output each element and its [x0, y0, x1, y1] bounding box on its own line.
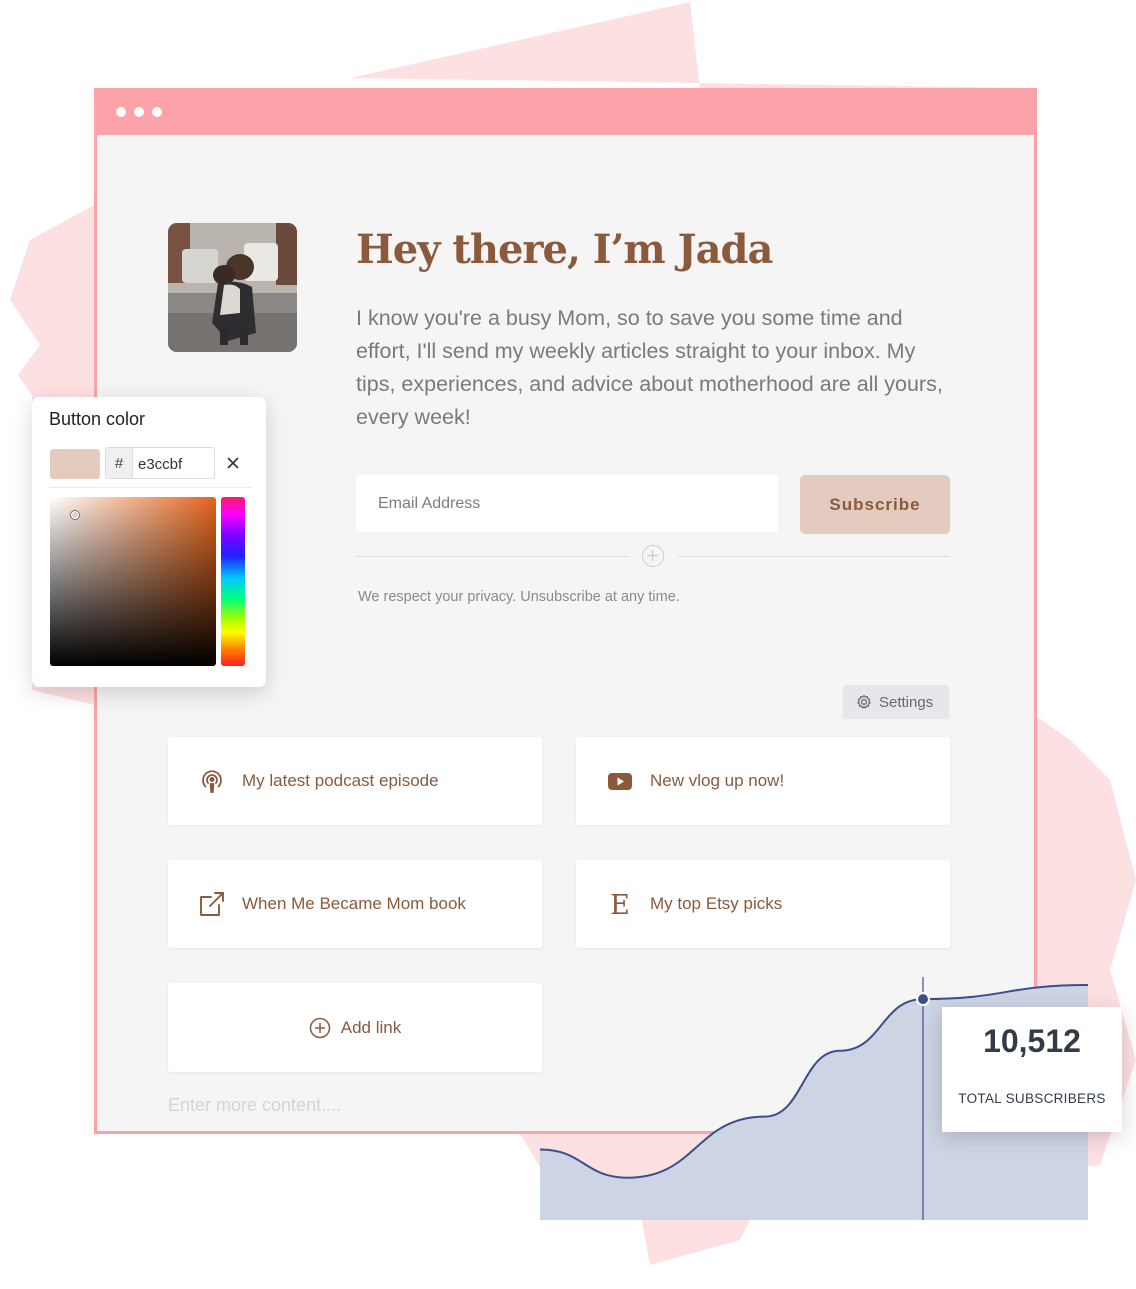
color-picker-popover: Button color #	[32, 397, 266, 687]
chart-marker-point[interactable]	[916, 992, 930, 1007]
window-dot	[134, 107, 144, 117]
divider	[49, 487, 252, 488]
email-input[interactable]	[356, 475, 778, 532]
saturation-value-area[interactable]	[50, 497, 216, 666]
link-card-podcast[interactable]: My latest podcast episode	[168, 737, 542, 825]
divider	[678, 556, 950, 557]
hue-slider[interactable]	[221, 497, 245, 666]
add-link-button[interactable]: Add link	[168, 983, 542, 1072]
hex-input-group: #	[105, 447, 215, 479]
divider	[356, 556, 629, 557]
hex-input[interactable]	[136, 448, 214, 478]
intro-text: I know you're a busy Mom, so to save you…	[356, 306, 943, 429]
settings-button[interactable]: Settings	[843, 685, 949, 719]
svg-text:E: E	[610, 890, 630, 918]
picker-title: Button color	[49, 409, 146, 429]
color-handle[interactable]	[71, 511, 79, 519]
subscribe-button[interactable]: Subscribe	[800, 475, 950, 534]
window-dot	[116, 107, 126, 117]
link-label: When Me Became Mom book	[242, 894, 466, 913]
page-title: Hey there, I’m Jada	[356, 226, 773, 273]
link-card-book[interactable]: When Me Became Mom book	[168, 860, 542, 948]
link-card-etsy[interactable]: E My top Etsy picks	[576, 860, 950, 948]
more-content-placeholder[interactable]: Enter more content....	[168, 1095, 341, 1116]
podcast-icon	[198, 767, 226, 795]
plus-circle-icon	[309, 1017, 331, 1039]
external-link-icon	[198, 890, 226, 918]
etsy-icon: E	[606, 890, 634, 918]
link-card-vlog[interactable]: New vlog up now!	[576, 737, 950, 825]
add-link-label: Add link	[340, 1017, 402, 1037]
link-label: New vlog up now!	[650, 771, 785, 790]
settings-label: Settings	[879, 693, 934, 711]
avatar	[168, 223, 297, 352]
link-label: My top Etsy picks	[650, 894, 783, 913]
youtube-icon	[606, 767, 634, 795]
window-dot	[152, 107, 162, 117]
gear-icon	[856, 694, 872, 710]
subscriber-count: 10,512	[983, 1023, 1081, 1059]
color-swatch[interactable]	[50, 449, 100, 479]
link-label: My latest podcast episode	[242, 771, 439, 790]
privacy-note: We respect your privacy. Unsubscribe at …	[358, 589, 680, 605]
close-icon[interactable]	[223, 453, 243, 473]
subscriber-stat-card: 10,512 TOTAL SUBSCRIBERS	[942, 1007, 1122, 1132]
subscriber-label: TOTAL SUBSCRIBERS	[958, 1091, 1106, 1106]
hash-prefix: #	[106, 448, 133, 478]
add-block-icon[interactable]	[642, 545, 664, 567]
window-titlebar	[97, 91, 1034, 135]
